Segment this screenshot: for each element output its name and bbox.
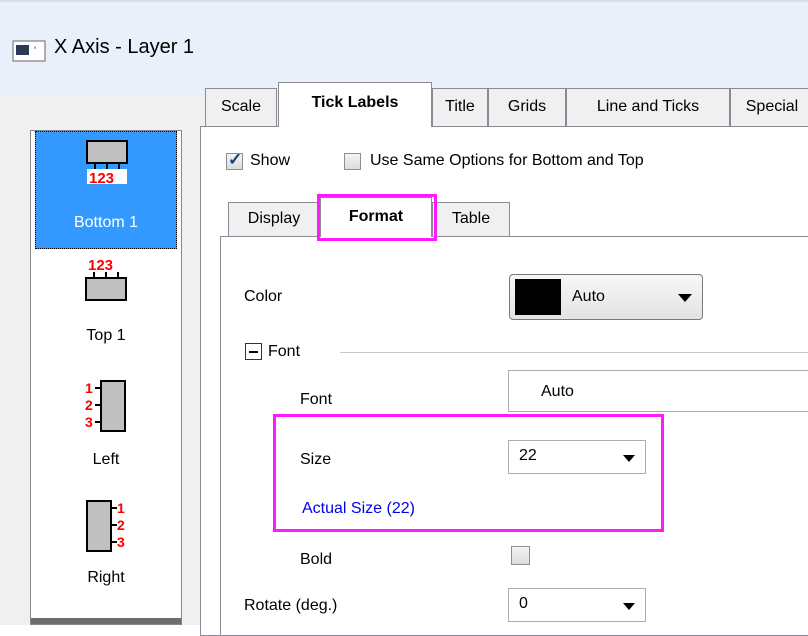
svg-text:3: 3 — [85, 414, 93, 430]
svg-text:3: 3 — [117, 534, 125, 550]
tab-special[interactable]: Special — [730, 88, 808, 126]
collapse-icon[interactable] — [245, 343, 262, 360]
same-options-label: Use Same Options for Bottom and Top — [370, 152, 644, 169]
axis-list[interactable]: 123 Bottom 1 123 Top 1 1 2 3 Left 1 2 3 … — [30, 130, 182, 625]
origin-app-icon: ' — [12, 40, 46, 62]
window-title: X Axis - Layer 1 — [54, 36, 195, 58]
tab-title[interactable]: Title — [432, 88, 488, 126]
axis-top-icon: 123 — [85, 257, 127, 301]
svg-text:': ' — [34, 45, 36, 57]
svg-text:123: 123 — [89, 170, 114, 184]
axis-bottom-icon: 123 — [86, 140, 128, 184]
axis-list-label: Top 1 — [86, 327, 126, 344]
list-scroll-edge — [31, 618, 181, 624]
font-value: Auto — [541, 383, 574, 400]
color-value: Auto — [572, 288, 605, 305]
color-dropdown[interactable]: Auto — [509, 274, 703, 320]
axis-list-item-left[interactable]: 1 2 3 Left — [35, 367, 177, 485]
axis-list-label: Left — [92, 451, 120, 468]
bold-checkbox[interactable] — [511, 546, 530, 565]
font-group-divider — [340, 352, 808, 353]
svg-text:2: 2 — [117, 517, 125, 533]
subtab-display[interactable]: Display — [228, 202, 320, 236]
font-group-label: Font — [268, 343, 301, 360]
rotate-label: Rotate (deg.) — [244, 597, 338, 614]
axis-list-label: Right — [87, 569, 125, 586]
axis-list-item-right[interactable]: 1 2 3 Right — [35, 485, 177, 603]
bold-label: Bold — [300, 551, 333, 568]
svg-text:123: 123 — [88, 257, 113, 274]
rotate-dropdown[interactable]: 0 — [508, 588, 646, 622]
tab-scale[interactable]: Scale — [205, 88, 277, 126]
tab-grids[interactable]: Grids — [488, 88, 566, 126]
same-options-checkbox[interactable] — [344, 153, 361, 170]
format-tab-highlight — [317, 194, 437, 241]
show-checkbox[interactable] — [226, 150, 243, 170]
svg-text:1: 1 — [117, 500, 125, 516]
rotate-value: 0 — [519, 595, 528, 612]
tab-line-and-ticks[interactable]: Line and Ticks — [566, 88, 730, 126]
axis-left-icon: 1 2 3 — [85, 380, 126, 432]
show-label: Show — [250, 152, 291, 169]
svg-text:2: 2 — [85, 397, 93, 413]
axis-list-label: Bottom 1 — [73, 214, 139, 231]
tab-tick-labels[interactable]: Tick Labels — [278, 82, 432, 127]
svg-text:1: 1 — [85, 380, 93, 396]
axis-list-item-top[interactable]: 123 Top 1 — [35, 249, 177, 367]
font-selector[interactable]: Auto — [508, 370, 808, 412]
font-label: Font — [300, 391, 333, 408]
color-swatch — [515, 279, 561, 315]
subtab-table[interactable]: Table — [432, 202, 510, 236]
size-highlight — [273, 414, 664, 532]
chevron-down-icon — [623, 603, 635, 610]
axis-right-icon: 1 2 3 — [86, 500, 125, 552]
color-label: Color — [244, 288, 283, 305]
chevron-down-icon — [678, 294, 692, 302]
axis-list-item-bottom[interactable]: 123 Bottom 1 — [35, 131, 177, 249]
